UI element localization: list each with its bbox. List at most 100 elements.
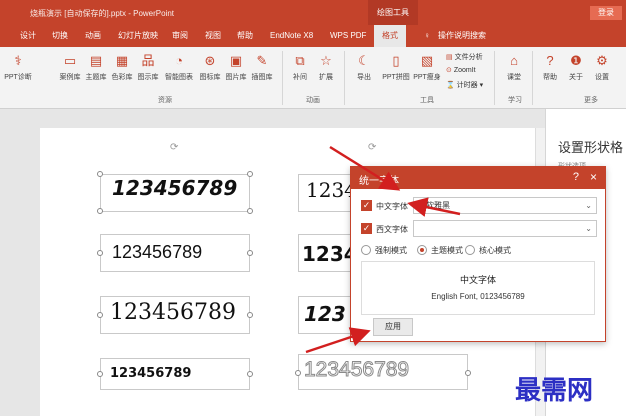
rotate-handle-icon[interactable]: ⟳ (170, 142, 178, 153)
tab-animations[interactable]: 动画 (85, 25, 101, 47)
theme-library-button[interactable]: ▤ 主题库 (84, 53, 108, 82)
resize-handle[interactable] (247, 208, 253, 214)
diagram-icon: 品 (141, 53, 155, 68)
tab-slideshow[interactable]: 幻灯片放映 (118, 25, 158, 47)
export-button[interactable]: ☾ 导出 (352, 53, 376, 82)
group-label-learn: 学习 (508, 97, 522, 104)
timer-button[interactable]: ⌛ 计时器 ▾ (446, 80, 483, 90)
tab-wps-pdf[interactable]: WPS PDF (330, 25, 366, 47)
zoomit-button[interactable]: ⊙ ZoomIt (446, 66, 476, 74)
western-font-checkbox[interactable]: ✓ (361, 223, 372, 234)
western-font-label: 西文字体 (376, 225, 408, 234)
chevron-down-icon: ⌄ (585, 201, 592, 210)
ribbon-separator (282, 51, 283, 105)
radio-core-mode[interactable] (465, 245, 475, 255)
unify-font-dialog: 统一字体 ? × ✓ 中文字体 微软雅黑 ⌄ ✓ 西文字体 ⌄ 强制模式 主题模… (350, 166, 606, 342)
number-text: 123456789 (303, 358, 410, 382)
window-title: 烧瓶演示 [自动保存的].pptx - PowerPoint (30, 9, 175, 18)
picture-library-button[interactable]: ▣ 图片库 (224, 53, 248, 82)
resize-handle[interactable] (247, 371, 253, 377)
chevron-down-icon: ⌄ (585, 224, 592, 233)
theme-mode-label: 主题模式 (431, 246, 463, 255)
watermark-logo: 最需网 (515, 376, 594, 406)
smart-chart-button[interactable]: ◔ 智能图表 (164, 53, 194, 82)
close-icon[interactable]: × (590, 170, 597, 184)
settings-button[interactable]: ⚙ 设置 (590, 53, 614, 82)
export-icon: ☾ (358, 53, 370, 68)
group-label-tools: 工具 (420, 97, 434, 104)
radio-force-mode[interactable] (361, 245, 371, 255)
extend-button[interactable]: ☆ 扩展 (314, 53, 338, 82)
group-label-more: 更多 (584, 97, 598, 104)
help-button[interactable]: ? 帮助 (538, 53, 562, 82)
about-button[interactable]: ❶ 关于 (564, 53, 588, 82)
resize-handle[interactable] (97, 250, 103, 256)
tab-transitions[interactable]: 切换 (52, 25, 68, 47)
lightbulb-icon: ♀ (424, 31, 430, 40)
file-analysis-button[interactable]: ▤ 文件分析 (446, 52, 483, 62)
resize-handle[interactable] (97, 371, 103, 377)
ribbon-separator (532, 51, 533, 105)
resize-handle[interactable] (247, 171, 253, 177)
resize-handle[interactable] (97, 171, 103, 177)
picture-icon: ▣ (229, 53, 243, 68)
case-icon: ▭ (63, 53, 77, 68)
tab-help[interactable]: 帮助 (237, 25, 253, 47)
number-text: 123 (304, 302, 346, 326)
title-bar: 烧瓶演示 [自动保存的].pptx - PowerPoint 绘图工具 登录 (0, 0, 626, 25)
tab-view[interactable]: 视图 (205, 25, 221, 47)
chinese-font-value: 微软雅黑 (418, 201, 450, 210)
ppt-diagnose-button[interactable]: ⚕ PPT诊断 (0, 53, 38, 82)
ribbon-tab-bar: 设计 切换 动画 幻灯片放映 审阅 视图 帮助 EndNote X8 WPS P… (0, 25, 626, 47)
diagram-library-button[interactable]: 品图示库 (136, 53, 160, 82)
case-library-button[interactable]: ▭ 案例库 (58, 53, 82, 82)
ppt-puzzle-button[interactable]: ▯ PPT拼图 (380, 53, 412, 82)
apply-button[interactable]: 应用 (373, 318, 413, 336)
preview-chinese-text: 中文字体 (459, 275, 496, 285)
group-label-resources: 资源 (158, 97, 172, 104)
tab-endnote[interactable]: EndNote X8 (270, 25, 313, 47)
resize-handle[interactable] (97, 312, 103, 318)
tab-format[interactable]: 格式 (374, 25, 406, 47)
tab-review[interactable]: 审阅 (172, 25, 188, 47)
rotate-handle-icon[interactable]: ⟳ (368, 142, 376, 153)
tween-icon: ⧉ (295, 53, 305, 68)
help-icon[interactable]: ? (573, 171, 579, 183)
classroom-button[interactable]: ⌂ 课堂 (502, 53, 526, 82)
illustration-library-button[interactable]: ✎ 插图库 (250, 53, 274, 82)
resize-handle[interactable] (247, 250, 253, 256)
context-tab-drawing-tools[interactable]: 绘图工具 (368, 0, 418, 25)
tab-design[interactable]: 设计 (20, 25, 36, 47)
dialog-title: 统一字体 (359, 176, 399, 187)
tell-me-search[interactable]: 操作说明搜索 (438, 25, 486, 47)
preview-english-text: English Font, 0123456789 (431, 292, 525, 301)
number-text: 123456789 (110, 366, 192, 381)
color-icon: ▦ (115, 53, 129, 68)
radio-theme-mode[interactable] (417, 245, 427, 255)
login-button[interactable]: 登录 (590, 6, 622, 20)
chart-icon: ◔ (175, 53, 183, 68)
puzzle-icon: ▯ (392, 53, 400, 68)
ppt-slim-button[interactable]: ▧ PPT瘦身 (412, 53, 442, 82)
core-mode-label: 核心模式 (479, 246, 511, 255)
group-label-animation: 动画 (306, 97, 320, 104)
tween-button[interactable]: ⧉ 补间 (288, 53, 312, 82)
resize-handle[interactable] (97, 208, 103, 214)
number-text: 123456789 (110, 300, 236, 325)
icon-library-button[interactable]: ⊛ 图标库 (198, 53, 222, 82)
graduation-cap-icon: ⌂ (510, 53, 518, 68)
theme-icon: ▤ (89, 53, 103, 68)
ribbon-separator (494, 51, 495, 105)
chinese-font-checkbox[interactable]: ✓ (361, 200, 372, 211)
gear-icon: ⚙ (596, 53, 608, 68)
resize-handle[interactable] (247, 312, 253, 318)
dialog-title-bar[interactable]: 统一字体 ? × (351, 167, 605, 189)
chinese-font-select[interactable]: 微软雅黑 ⌄ (413, 197, 597, 214)
font-preview: 中文字体 English Font, 0123456789 (361, 261, 595, 315)
timer-icon: ⌛ (446, 82, 455, 89)
resize-handle[interactable] (465, 370, 471, 376)
force-mode-label: 强制模式 (375, 246, 407, 255)
resize-handle[interactable] (295, 370, 301, 376)
western-font-select[interactable]: ⌄ (413, 220, 597, 237)
color-library-button[interactable]: ▦ 色彩库 (110, 53, 134, 82)
